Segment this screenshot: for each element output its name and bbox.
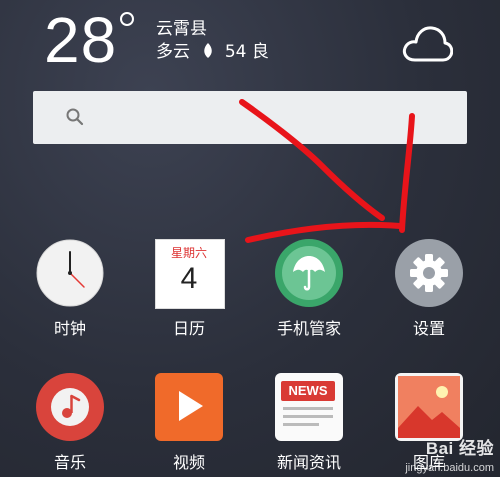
app-label: 手机管家 — [276, 319, 341, 338]
leaf-icon — [204, 43, 213, 58]
app-label: 音乐 — [53, 453, 86, 472]
calendar-weekday: 星期六 — [170, 246, 207, 260]
news-badge: NEWS — [288, 383, 328, 398]
weather-widget[interactable]: 28 云霄县 多云 54 良 — [0, 0, 500, 85]
weather-condition: 多云 — [156, 42, 190, 62]
baidu-watermark: Bai 经验 — [425, 439, 494, 458]
calendar-icon: 星期六 4 — [155, 239, 225, 309]
phone-manager-icon — [275, 239, 343, 307]
search-bar[interactable] — [33, 91, 467, 144]
app-label: 日历 — [172, 319, 205, 338]
weather-location: 云霄县 — [156, 19, 207, 39]
clock-icon — [36, 239, 104, 307]
temperature: 28 — [44, 4, 118, 76]
app-label: 新闻资讯 — [276, 453, 341, 472]
aqi-value: 54 — [224, 42, 247, 62]
weather-condition-row: 多云 54 良 — [156, 42, 269, 62]
settings-gear-icon — [395, 239, 463, 307]
calendar-date: 4 — [180, 262, 198, 295]
music-icon — [36, 373, 104, 441]
gallery-icon — [395, 373, 463, 441]
app-label: 视频 — [172, 453, 205, 472]
baidu-watermark-url: jingyan.baidu.com — [405, 462, 494, 474]
search-input[interactable] — [93, 103, 457, 133]
cloud-icon — [402, 26, 453, 62]
app-label: 时钟 — [53, 319, 86, 338]
degree-symbol — [120, 12, 134, 26]
aqi-level: 良 — [251, 42, 269, 62]
app-label: 设置 — [412, 319, 445, 338]
video-play-icon — [155, 373, 223, 441]
search-icon — [66, 108, 84, 126]
news-icon: NEWS — [275, 373, 343, 441]
